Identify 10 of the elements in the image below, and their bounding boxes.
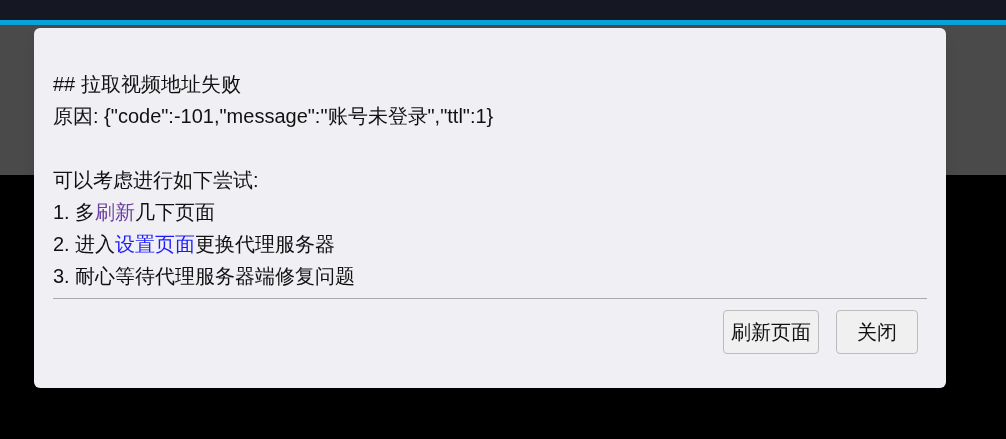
link[interactable]: 设置页面 <box>115 233 196 255</box>
link[interactable]: 刷新 <box>95 201 136 223</box>
error-reason: 原因: {"code":-101,"message":"账号未登录","ttl":1} <box>53 104 495 129</box>
suggestion-step: 1. 多刷新几下页面 <box>53 196 927 228</box>
suggestion-step: 3. 耐心等待代理服务器端修复问题 <box>53 260 927 292</box>
suggestion-intro: 可以考虑进行如下尝试: <box>53 168 260 193</box>
close-button[interactable]: 关闭 <box>836 310 918 354</box>
refresh-page-button[interactable]: 刷新页面 <box>723 310 819 354</box>
suggestion-step: 2. 进入设置页面更换代理服务器 <box>53 228 927 260</box>
error-heading: ## 拉取视频地址失败 <box>53 72 242 97</box>
